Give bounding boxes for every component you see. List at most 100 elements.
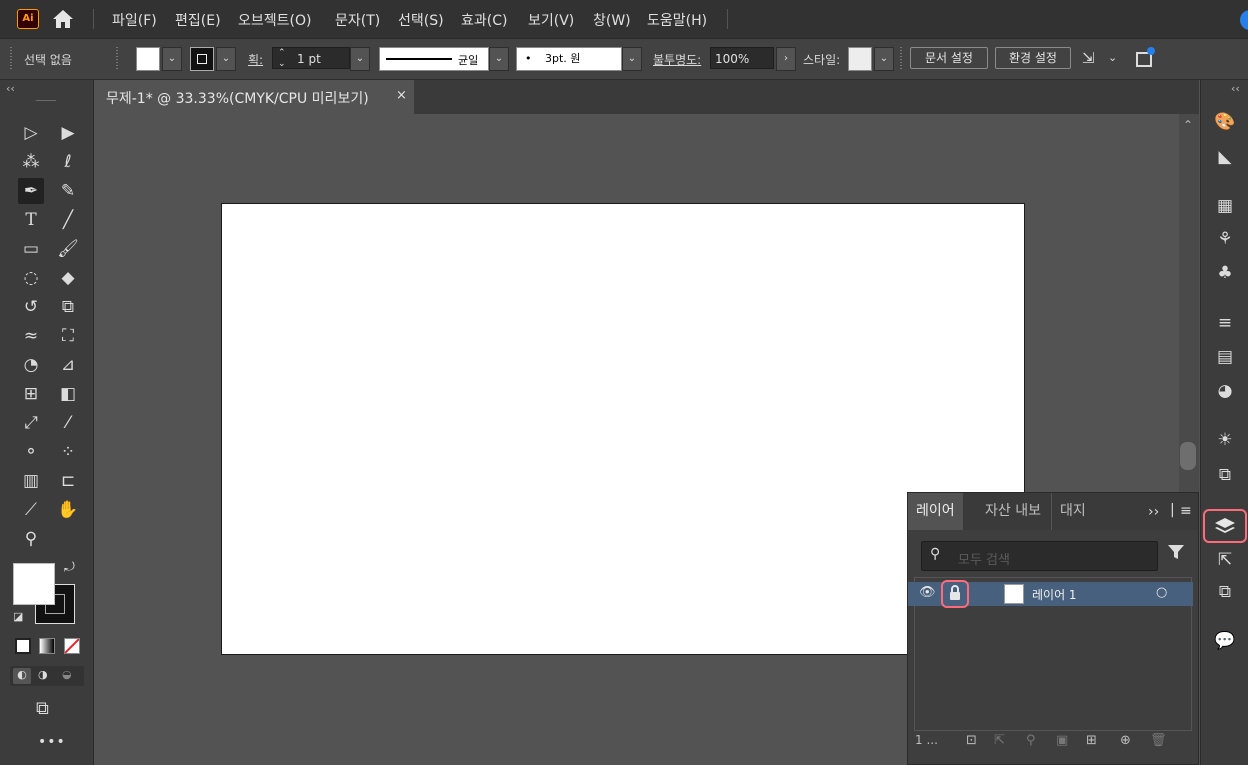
- home-icon[interactable]: [51, 8, 75, 30]
- width-tool-icon[interactable]: ≈: [18, 323, 44, 349]
- expand-icon[interactable]: ‹‹: [1231, 82, 1240, 95]
- stroke-weight-dropdown[interactable]: ⌄: [350, 47, 370, 71]
- default-colors-icon[interactable]: ◪: [13, 610, 23, 623]
- tab-artboards[interactable]: 대지: [1051, 493, 1094, 530]
- line-tool-icon[interactable]: ╱: [55, 207, 81, 233]
- panel-grip[interactable]: [10, 47, 12, 71]
- pen-tool-icon[interactable]: ✒: [18, 178, 44, 204]
- transparency-icon[interactable]: ◕: [1210, 377, 1240, 405]
- brush-field[interactable]: • 3pt. 원: [516, 47, 622, 71]
- style-dropdown[interactable]: ⌄: [874, 47, 894, 71]
- gradient-panel-icon[interactable]: ▤: [1210, 343, 1240, 371]
- color-panel-icon[interactable]: 🎨: [1210, 108, 1240, 136]
- swap-colors-icon[interactable]: ⤾: [64, 560, 75, 575]
- eyedropper-alt-tool-icon[interactable]: ⤢: [18, 410, 44, 436]
- document-setup-button[interactable]: 문서 설정: [910, 47, 988, 69]
- eraser-tool-icon[interactable]: ◆: [55, 265, 81, 291]
- graph-tool-icon[interactable]: ▥: [18, 468, 44, 494]
- direct-selection-tool-icon[interactable]: ▶: [55, 120, 81, 146]
- stroke-panel-icon[interactable]: ≡: [1210, 309, 1240, 337]
- layer-name[interactable]: 레이어 1: [1032, 586, 1077, 603]
- clipping-mask-icon[interactable]: ▣: [1056, 733, 1068, 748]
- artboards-icon[interactable]: ⧉: [1210, 578, 1240, 606]
- stroke-profile-dropdown[interactable]: ⌄: [489, 47, 509, 71]
- draw-inside-icon[interactable]: ◒: [62, 668, 72, 681]
- locate-object-icon[interactable]: ⊡: [966, 733, 977, 748]
- stroke-profile-field[interactable]: 균일: [379, 47, 489, 71]
- symbol-sprayer-tool-icon[interactable]: ⁘: [55, 439, 81, 465]
- none-mode-icon[interactable]: [64, 638, 80, 654]
- draw-behind-icon[interactable]: ◑: [38, 668, 48, 681]
- menu-type[interactable]: 문자(T): [335, 10, 380, 30]
- arrange-icon[interactable]: ⇲: [1082, 47, 1106, 69]
- stroke-dropdown[interactable]: ⌄: [216, 47, 236, 71]
- document-tab[interactable]: 무제-1* @ 33.33%(CMYK/CPU 미리보기) ×: [94, 80, 414, 114]
- lasso-tool-icon[interactable]: ℓ: [55, 149, 81, 175]
- export-icon[interactable]: ⇱: [1210, 546, 1240, 574]
- scroll-up-icon[interactable]: ⌃: [1183, 118, 1193, 132]
- scale-tool-icon[interactable]: ⧉: [55, 294, 81, 320]
- profile-avatar[interactable]: [1240, 10, 1248, 30]
- search-layer-icon[interactable]: ⚲: [1026, 733, 1036, 748]
- collapse-icon[interactable]: ‹‹: [6, 82, 15, 95]
- panel-menu-icon[interactable]: ≡: [1180, 503, 1192, 519]
- curvature-tool-icon[interactable]: ✎: [55, 178, 81, 204]
- tab-layers[interactable]: 레이어: [908, 493, 963, 530]
- menu-help[interactable]: 도움말(H): [647, 10, 707, 30]
- brush-dropdown[interactable]: ⌄: [622, 47, 642, 71]
- eyedropper-tool-icon[interactable]: ⁄: [55, 410, 81, 436]
- expand-panel-icon[interactable]: ››: [1148, 504, 1159, 520]
- visibility-eye-icon[interactable]: 👁: [919, 585, 936, 600]
- menu-file[interactable]: 파일(F): [112, 10, 157, 30]
- symbols-icon[interactable]: ♣: [1210, 259, 1240, 287]
- color-mode-icon[interactable]: [15, 638, 31, 654]
- swatches-icon[interactable]: ▦: [1210, 192, 1240, 220]
- opacity-arrow[interactable]: ›: [776, 47, 796, 71]
- perspective-grid-tool-icon[interactable]: ⊿: [55, 352, 81, 378]
- layer-row[interactable]: 👁 레이어 1 ○: [908, 580, 1193, 608]
- artboard-tool-icon[interactable]: ⊏: [55, 468, 81, 494]
- layers-panel-icon[interactable]: [1203, 509, 1247, 543]
- fill-dropdown[interactable]: ⌄: [162, 47, 182, 71]
- more-tools-icon[interactable]: •••: [38, 734, 66, 750]
- stroke-swatch[interactable]: [190, 47, 214, 71]
- shape-builder-tool-icon[interactable]: ◔: [18, 352, 44, 378]
- properties-icon[interactable]: [1132, 45, 1158, 71]
- menu-effect[interactable]: 효과(C): [461, 10, 507, 30]
- preferences-button[interactable]: 환경 설정: [995, 47, 1071, 69]
- brushes-icon[interactable]: ⚘: [1210, 225, 1240, 253]
- free-transform-tool-icon[interactable]: ⛶: [55, 323, 81, 349]
- shaper-tool-icon[interactable]: ◌: [18, 265, 44, 291]
- fill-color-box[interactable]: [13, 563, 55, 605]
- menu-view[interactable]: 보기(V): [528, 10, 574, 30]
- target-circle-icon[interactable]: ○: [1156, 585, 1167, 600]
- close-icon[interactable]: ×: [396, 88, 407, 103]
- stroke-weight-field[interactable]: ⌃ ⌄ 1 pt: [272, 47, 350, 69]
- rotate-tool-icon[interactable]: ↺: [18, 294, 44, 320]
- graphic-styles-icon[interactable]: ⧉: [1210, 461, 1240, 489]
- opacity-field[interactable]: 100%: [710, 47, 774, 69]
- blend-tool-icon[interactable]: ⚬: [18, 439, 44, 465]
- type-tool-icon[interactable]: T: [18, 207, 44, 233]
- artboard[interactable]: [221, 203, 1025, 655]
- lock-highlight[interactable]: [941, 580, 969, 608]
- screen-mode-icon[interactable]: ⧉: [36, 698, 49, 719]
- scrollbar-thumb[interactable]: [1180, 442, 1196, 470]
- new-sublayer-icon[interactable]: ⊞: [1086, 733, 1097, 748]
- gradient-tool-icon[interactable]: ◧: [55, 381, 81, 407]
- selection-tool-icon[interactable]: ▷: [18, 120, 44, 146]
- magic-wand-tool-icon[interactable]: ⁂: [18, 149, 44, 175]
- draw-normal-icon[interactable]: ◐: [13, 668, 31, 684]
- menu-select[interactable]: 선택(S): [398, 10, 444, 30]
- mesh-tool-icon[interactable]: ⊞: [18, 381, 44, 407]
- panel-grip[interactable]: [116, 47, 118, 71]
- export-layer-icon[interactable]: ⇱: [994, 733, 1005, 748]
- menu-window[interactable]: 창(W): [593, 10, 631, 30]
- gradient-mode-icon[interactable]: [39, 638, 55, 654]
- color-guide-icon[interactable]: ◣: [1210, 143, 1240, 171]
- stepper-icon[interactable]: ⌃ ⌄: [278, 48, 286, 70]
- menu-object[interactable]: 오브젝트(O): [238, 10, 311, 30]
- filter-icon[interactable]: [1167, 543, 1185, 565]
- comments-icon[interactable]: 💬: [1210, 627, 1240, 655]
- hand-tool-icon[interactable]: ✋: [55, 497, 81, 523]
